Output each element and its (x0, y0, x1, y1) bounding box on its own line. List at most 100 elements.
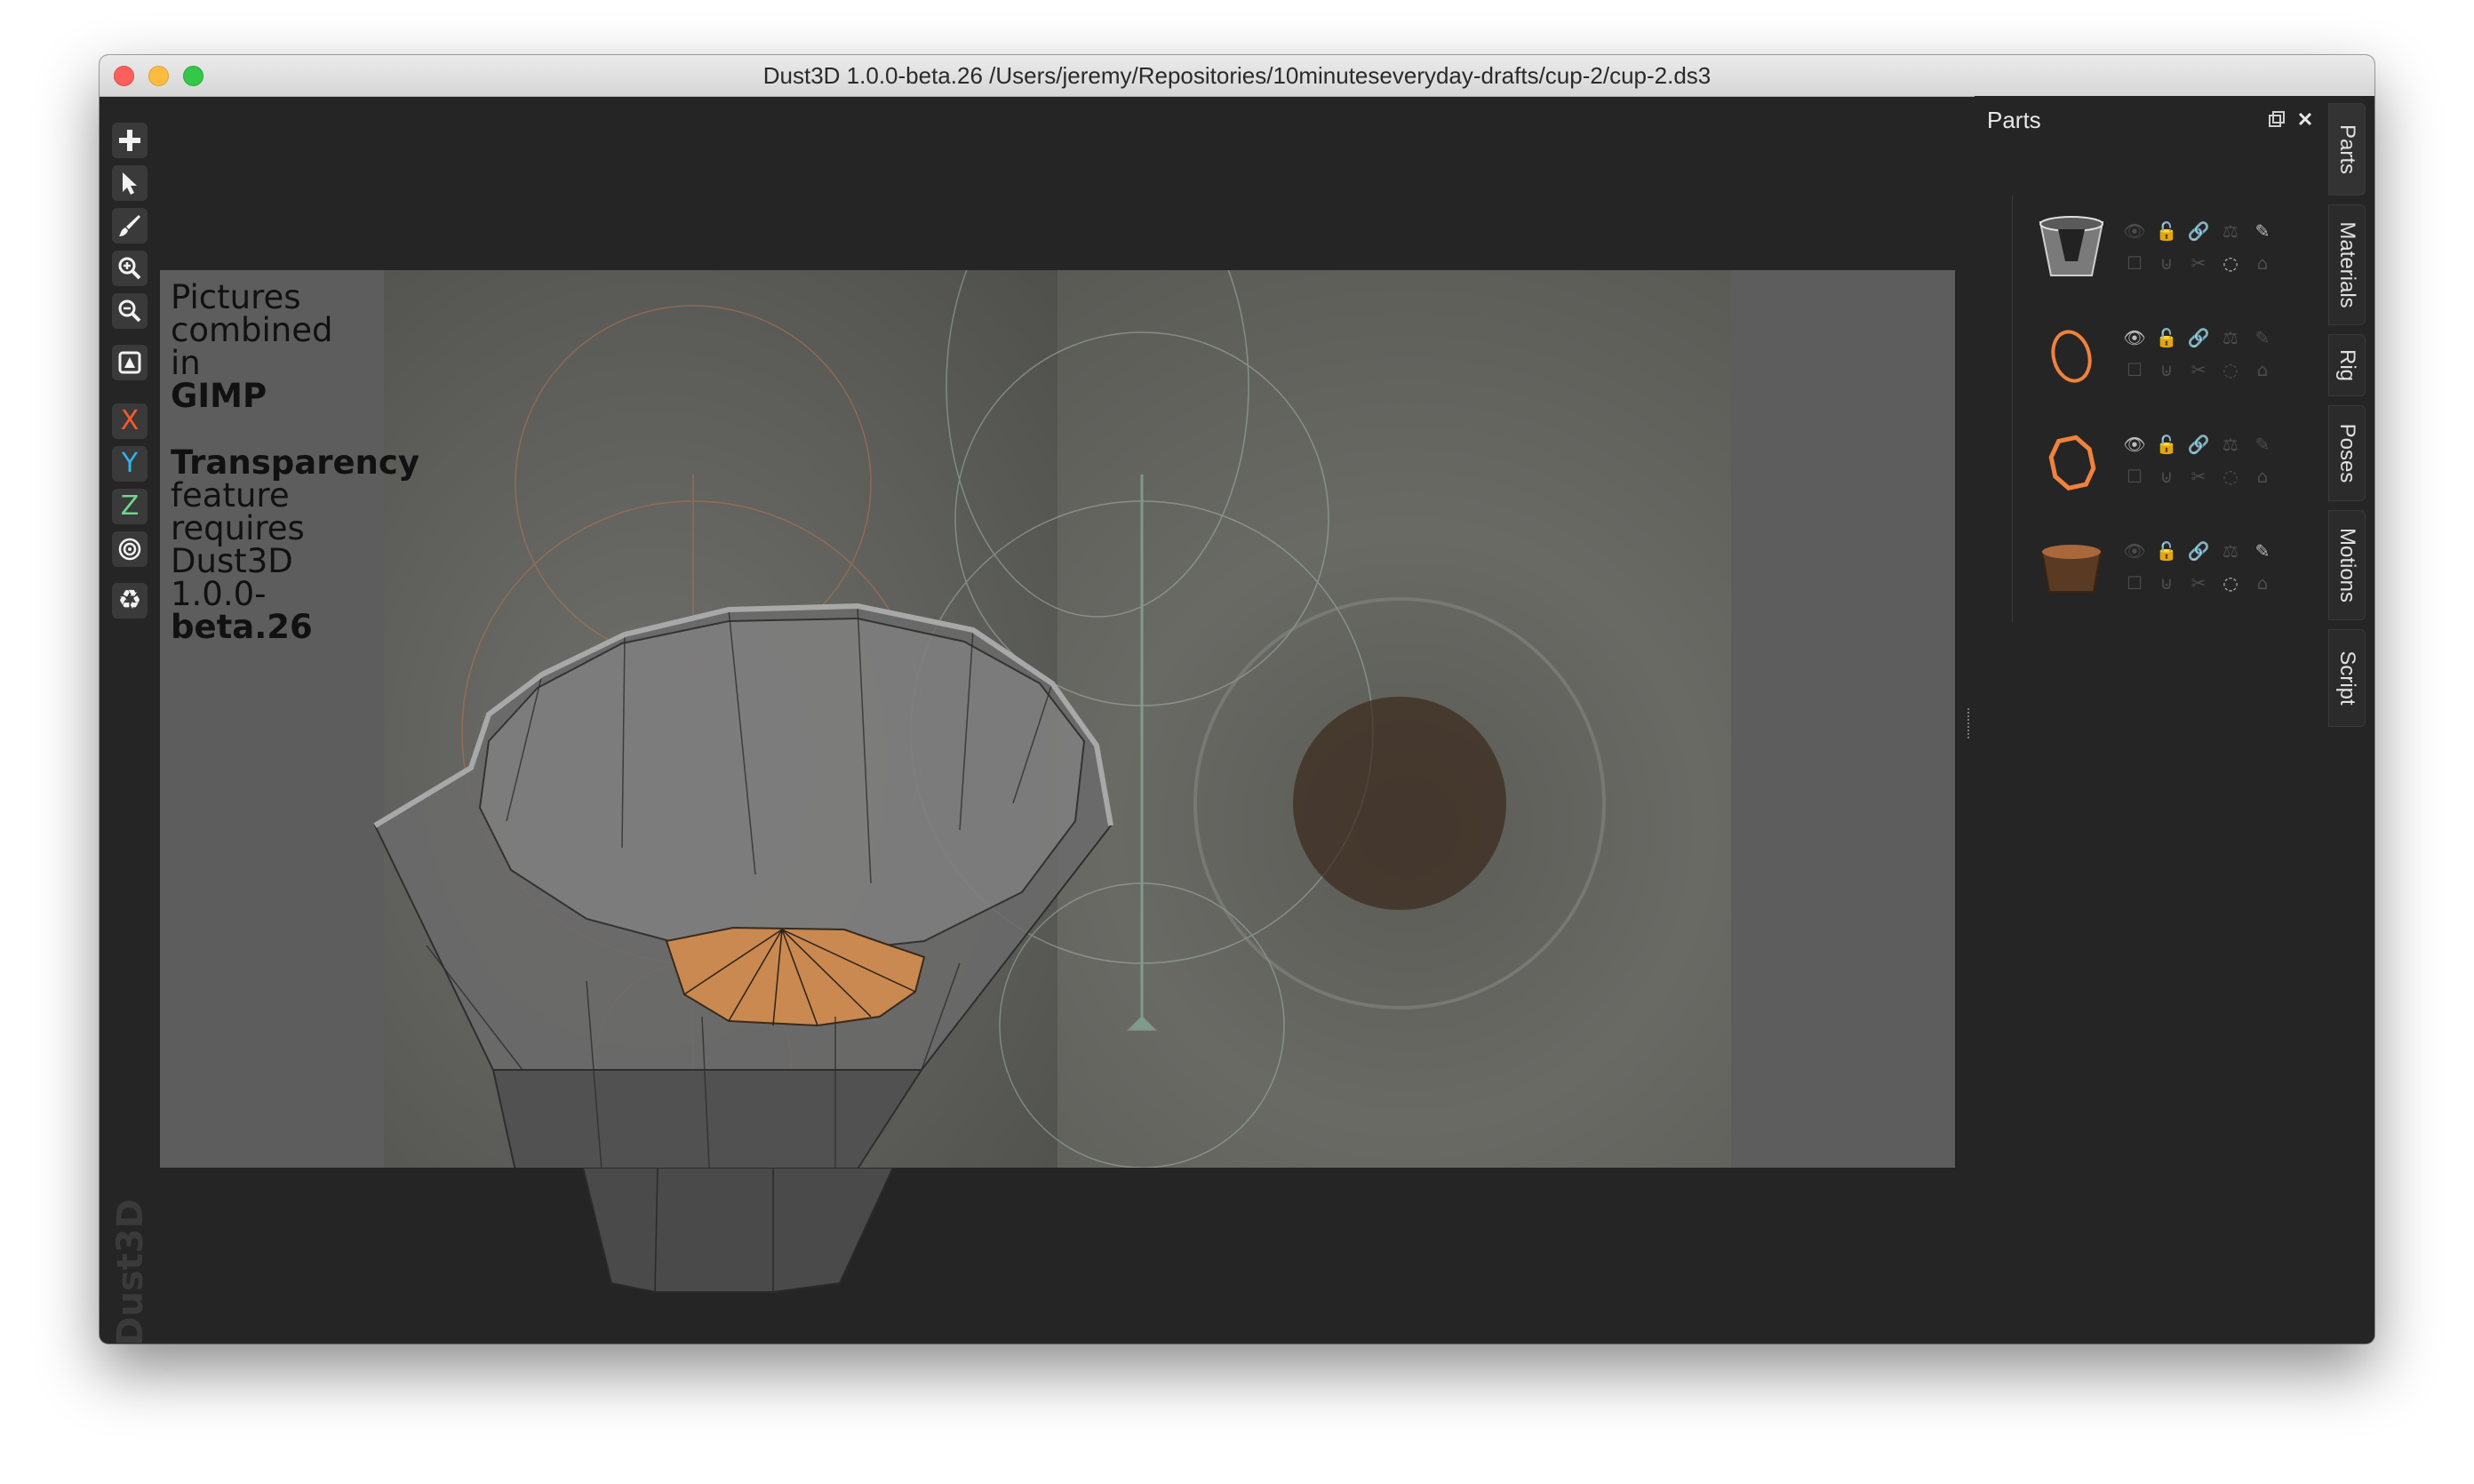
tag-icon[interactable]: ⌂ (2250, 464, 2275, 489)
checkbox-icon[interactable]: ☐ (2122, 464, 2147, 489)
cup-base-overflow-svg (581, 1168, 895, 1293)
magnet-icon[interactable]: ⊍ (2154, 251, 2179, 275)
lock-icon[interactable]: 🔓 (2154, 325, 2179, 350)
color-picker-icon[interactable]: ✎ (2250, 325, 2275, 350)
close-panel-button[interactable] (2296, 110, 2314, 128)
symmetry-icon[interactable]: ⚖ (2218, 219, 2243, 243)
link-icon[interactable]: 🔗 (2186, 432, 2211, 457)
regenerate-button[interactable]: ♻ (112, 583, 148, 618)
note-line-8: Dust3D (171, 542, 293, 580)
symmetry-icon[interactable]: ⚖ (2218, 539, 2243, 563)
scissors-icon[interactable]: ✂ (2186, 570, 2211, 595)
canvas-note: Pictures combined in GIMP Transparency f… (171, 281, 437, 643)
link-icon[interactable]: 🔗 (2186, 539, 2211, 563)
symmetry-icon[interactable]: ⚖ (2218, 432, 2243, 457)
part-item-orange-octagon[interactable]: 👁 🔓 🔗 ⚖ ✎ ☐ ⊍ ✂ ◌ ⌂ (2015, 416, 2309, 514)
note-line-3: in (171, 344, 201, 382)
visibility-toggle-icon[interactable]: 👁 (2122, 219, 2147, 243)
checkbox-icon[interactable]: ☐ (2122, 251, 2147, 275)
color-picker-icon[interactable]: ✎ (2250, 539, 2275, 563)
visibility-toggle-icon[interactable]: 👁 (2122, 539, 2147, 563)
note-line-7: requires (171, 509, 305, 547)
float-panel-button[interactable] (2268, 110, 2286, 128)
parts-tree-line (2012, 195, 2013, 622)
zoom-in-icon (118, 257, 141, 280)
tab-materials[interactable]: Materials (2328, 204, 2366, 325)
tag-icon[interactable]: ⌂ (2250, 251, 2275, 275)
symmetry-icon[interactable]: ⚖ (2218, 325, 2243, 350)
tag-icon[interactable]: ⌂ (2250, 570, 2275, 595)
tab-poses-label: Poses (2335, 423, 2359, 483)
color-picker-icon[interactable]: ✎ (2250, 219, 2275, 243)
color-picker-icon[interactable]: ✎ (2250, 432, 2275, 457)
round-end-icon[interactable]: ◌ (2218, 357, 2243, 382)
paint-icon (119, 215, 140, 236)
part-item-brown-cup-base[interactable]: 👁 🔓 🔗 ⚖ ✎ ☐ ⊍ ✂ ◌ ⌂ (2015, 523, 2309, 620)
note-line-9: 1.0.0- (171, 575, 267, 613)
tab-rig-label: Rig (2335, 348, 2359, 382)
note-line-2: combined (171, 311, 333, 349)
scissors-icon[interactable]: ✂ (2186, 357, 2211, 382)
panel-splitter[interactable] (1967, 708, 1973, 738)
note-gap (171, 412, 437, 446)
model-canvas[interactable]: Pictures combined in GIMP Transparency f… (160, 270, 1955, 1168)
magnet-icon[interactable]: ⊍ (2154, 570, 2179, 595)
round-end-icon[interactable]: ◌ (2218, 464, 2243, 489)
zoom-out-icon (118, 299, 141, 323)
cup-mesh (373, 602, 1113, 1168)
z-axis-button[interactable]: Z (112, 489, 148, 524)
x-axis-button[interactable]: X (112, 403, 148, 439)
lock-icon[interactable]: 🔓 (2154, 432, 2179, 457)
round-end-icon[interactable]: ◌ (2218, 570, 2243, 595)
tab-materials-label: Materials (2335, 221, 2359, 308)
note-line-5: Transparency (171, 443, 419, 482)
visibility-toggle-icon[interactable]: 👁 (2122, 432, 2147, 457)
round-end-icon[interactable]: ◌ (2218, 251, 2243, 275)
part-item-orange-ring[interactable]: 👁 🔓 🔗 ⚖ ✎ ☐ ⊍ ✂ ◌ ⌂ (2015, 309, 2309, 407)
tab-script[interactable]: Script (2328, 629, 2366, 727)
scissors-icon[interactable]: ✂ (2186, 464, 2211, 489)
checkbox-icon[interactable]: ☐ (2122, 357, 2147, 382)
float-icon (2269, 111, 2285, 127)
tab-parts[interactable]: Parts (2328, 103, 2366, 195)
watermark-text: Dust3D (110, 1199, 151, 1344)
top-node-ellipse-1 (946, 270, 1249, 618)
paint-button[interactable] (112, 208, 148, 243)
lock-icon[interactable]: 🔓 (2154, 219, 2179, 243)
radius-button[interactable] (112, 531, 148, 567)
bone-end-marker (1127, 1015, 1157, 1031)
title-bar: Dust3D 1.0.0-beta.26 /Users/jeremy/Repos… (100, 55, 2374, 97)
y-axis-button[interactable]: Y (112, 446, 148, 482)
close-icon (2298, 112, 2312, 126)
lock-icon[interactable]: 🔓 (2154, 539, 2179, 563)
coffee-surface (1293, 697, 1506, 910)
add-node-button[interactable] (112, 123, 148, 158)
tag-icon[interactable]: ⌂ (2250, 357, 2275, 382)
tab-rig[interactable]: Rig (2328, 334, 2366, 396)
note-line-1: Pictures (171, 278, 301, 316)
magnet-icon[interactable]: ⊍ (2154, 464, 2179, 489)
orange-ring-part-thumbnail (2051, 330, 2092, 383)
scissors-icon[interactable]: ✂ (2186, 251, 2211, 275)
tab-motions-label: Motions (2335, 527, 2359, 603)
recycle-icon: ♻ (117, 586, 142, 615)
part-item-glass-cup[interactable]: 👁 🔓 🔗 ⚖ ✎ ☐ ⊍ ✂ ◌ ⌂ (2015, 203, 2309, 300)
zoom-in-button[interactable] (112, 251, 148, 286)
link-icon[interactable]: 🔗 (2186, 325, 2211, 350)
brown-cup-base-part-thumbnail (2040, 545, 2103, 593)
x-axis-label: X (120, 405, 140, 436)
zoom-out-button[interactable] (112, 293, 148, 329)
glass-cup-part-thumbnail (2039, 216, 2104, 276)
visibility-toggle-icon[interactable]: 👁 (2122, 325, 2147, 350)
camera-icon (118, 351, 141, 374)
tab-motions[interactable]: Motions (2328, 510, 2366, 620)
link-icon[interactable]: 🔗 (2186, 219, 2211, 243)
select-button[interactable] (112, 165, 148, 201)
note-line-4: GIMP (171, 377, 267, 415)
window-title: Dust3D 1.0.0-beta.26 /Users/jeremy/Repos… (762, 62, 1712, 89)
checkbox-icon[interactable]: ☐ (2122, 570, 2147, 595)
camera-button[interactable] (112, 345, 148, 380)
parts-panel-title: Parts (1987, 107, 2041, 133)
magnet-icon[interactable]: ⊍ (2154, 357, 2179, 382)
tab-poses[interactable]: Poses (2328, 405, 2366, 501)
